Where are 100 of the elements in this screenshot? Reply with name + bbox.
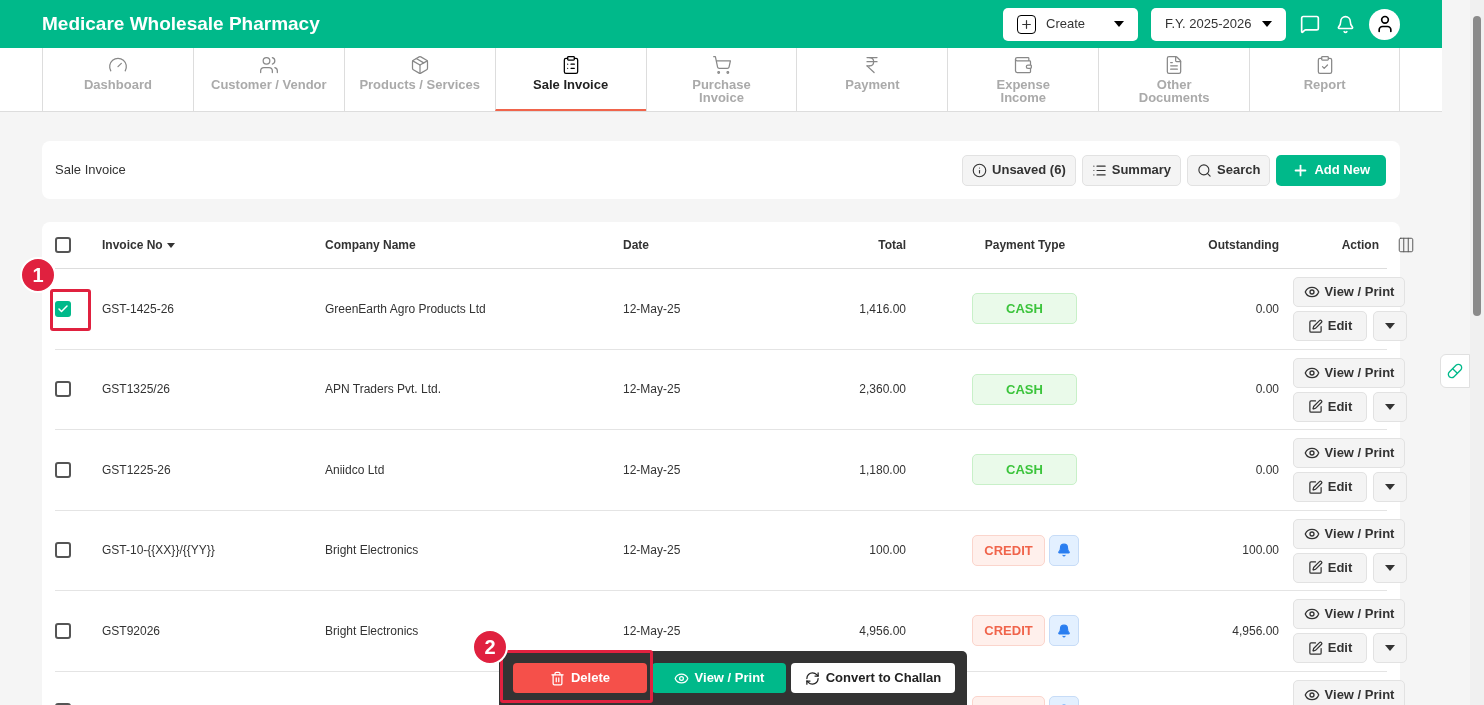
create-dropdown[interactable]: Create <box>1003 7 1138 41</box>
table-cell-text: 0.00 <box>1254 381 1279 399</box>
caret-icon <box>1385 323 1395 329</box>
table-cell-text: GreenEarth Agro Products Ltd <box>325 300 487 318</box>
view-print-button[interactable]: View / Print <box>1293 679 1405 705</box>
checkbox[interactable] <box>55 542 71 559</box>
trash-icon <box>550 670 565 686</box>
convert-button[interactable]: Convert to Challan <box>791 663 955 693</box>
view-print-button[interactable]: View / Print <box>1293 438 1405 468</box>
table-cell-text: 12-May-25 <box>623 622 682 640</box>
column-header: Payment Type <box>983 237 1067 254</box>
edit-button[interactable]: Edit <box>1293 391 1367 422</box>
bell-icon <box>1057 543 1071 558</box>
column-header[interactable]: Invoice No <box>102 236 163 254</box>
payment-type-badge: CASH <box>972 373 1077 405</box>
table-cell-text: GST-10-{{XX}}/{{YY}} <box>102 542 216 560</box>
payment-type-badge: CREDIT <box>972 615 1045 647</box>
more-dropdown-button[interactable] <box>1373 633 1407 663</box>
table-cell-text: 12-May-25 <box>623 542 682 560</box>
info-icon <box>972 162 988 178</box>
cart-icon <box>711 55 732 75</box>
fiscal-year-dropdown[interactable]: F.Y. 2025-2026 <box>1151 7 1286 41</box>
table-cell-text: Aniidco Ltd <box>325 461 386 479</box>
payment-type-badge: CASH <box>972 454 1077 486</box>
eye-icon <box>673 670 689 686</box>
checkbox[interactable] <box>55 237 71 253</box>
app-title: Medicare Wholesale Pharmacy <box>42 11 321 36</box>
pill-icon <box>1447 363 1463 379</box>
user-avatar[interactable] <box>1369 8 1400 40</box>
sort-icon <box>166 242 175 248</box>
step-number-badge: 1 <box>20 257 56 293</box>
view-print-button[interactable]: View / Print <box>1293 357 1405 388</box>
table-cell-text: 12-May-25 <box>623 381 682 399</box>
view-print-button[interactable]: View / Print <box>1293 518 1405 549</box>
table-cell-text: 4,956.00 <box>858 622 907 640</box>
column-header: Outstanding <box>1207 237 1279 254</box>
table-cell-text: 100.00 <box>868 542 907 560</box>
reminder-button[interactable] <box>1049 615 1079 647</box>
view-print-button[interactable]: View / Print <box>1293 277 1405 307</box>
more-dropdown-button[interactable] <box>1373 552 1407 583</box>
payment-type-badge: CASH <box>972 293 1077 325</box>
table-cell-text: 100.00 <box>1241 542 1279 560</box>
edit-icon <box>1307 560 1323 575</box>
table-cell-text: 1,416.00 <box>858 300 907 318</box>
table-cell-text: 12-May-25 <box>623 461 682 479</box>
table-cell-text: APN Traders Pvt. Ltd. <box>325 381 443 399</box>
table-cell-text: 12-May-25 <box>623 300 682 318</box>
table-cell-text: GST1225-26 <box>102 461 172 479</box>
people-icon <box>258 55 279 75</box>
table-cell-text: 1,180.00 <box>858 461 907 479</box>
columns-icon[interactable] <box>1397 236 1415 254</box>
table-cell-text: Bright Electronics <box>325 622 420 640</box>
edit-icon <box>1307 318 1323 334</box>
highlight-outline <box>50 289 91 331</box>
table-cell-text: GST-1425-26 <box>102 300 176 318</box>
caret-icon <box>1385 645 1395 651</box>
scrollbar[interactable] <box>1470 0 1484 705</box>
edit-button[interactable]: Edit <box>1293 311 1367 341</box>
reminder-button[interactable] <box>1049 534 1079 566</box>
table-cell-text: 0.00 <box>1254 461 1279 479</box>
edit-icon <box>1307 640 1323 656</box>
edit-icon <box>1307 479 1323 495</box>
search-icon <box>1197 162 1212 178</box>
more-dropdown-button[interactable] <box>1373 391 1407 422</box>
caret-icon <box>1385 403 1395 410</box>
eye-icon <box>1303 606 1320 622</box>
edit-button[interactable]: Edit <box>1293 633 1367 663</box>
more-dropdown-button[interactable] <box>1373 472 1407 502</box>
more-dropdown-button[interactable] <box>1373 311 1407 341</box>
view-print-button[interactable]: View / Print <box>1293 599 1405 629</box>
checkbox[interactable] <box>55 622 71 639</box>
plus-icon <box>1017 14 1036 34</box>
bell-icon <box>1057 623 1071 638</box>
payment-type-badge: CREDIT <box>972 534 1045 566</box>
edit-icon <box>1307 399 1323 414</box>
table-cell-text: 4,956.00 <box>1231 622 1279 640</box>
table-cell-text: 0.00 <box>1254 300 1279 318</box>
eye-icon <box>1303 445 1320 461</box>
refresh-icon <box>804 670 820 686</box>
checkbox[interactable] <box>55 461 71 478</box>
toolbar-button[interactable]: Unsaved (6) <box>962 154 1076 186</box>
caret-icon <box>1385 564 1395 571</box>
page-title: Sale Invoice <box>55 161 127 180</box>
edit-button[interactable]: Edit <box>1293 552 1367 583</box>
checkbox[interactable] <box>55 300 71 317</box>
list-icon <box>1091 162 1107 178</box>
check-icon <box>57 302 69 315</box>
toolbar-button[interactable]: Search <box>1187 154 1271 186</box>
caret-icon <box>1114 21 1124 27</box>
table-cell-text: Bright Electronics <box>325 542 420 560</box>
nav-tab[interactable]: Sale Invoice <box>494 48 646 111</box>
toolbar-button[interactable]: Summary <box>1081 154 1181 186</box>
checkbox[interactable] <box>55 381 71 398</box>
caret-icon <box>1262 21 1272 27</box>
edit-button[interactable]: Edit <box>1293 472 1367 502</box>
column-header: Total <box>877 237 907 254</box>
table-cell-text: GST1325/26 <box>102 381 172 399</box>
wallet-icon <box>1013 55 1034 75</box>
eye-icon <box>1303 284 1320 300</box>
column-header: Date <box>623 237 650 254</box>
